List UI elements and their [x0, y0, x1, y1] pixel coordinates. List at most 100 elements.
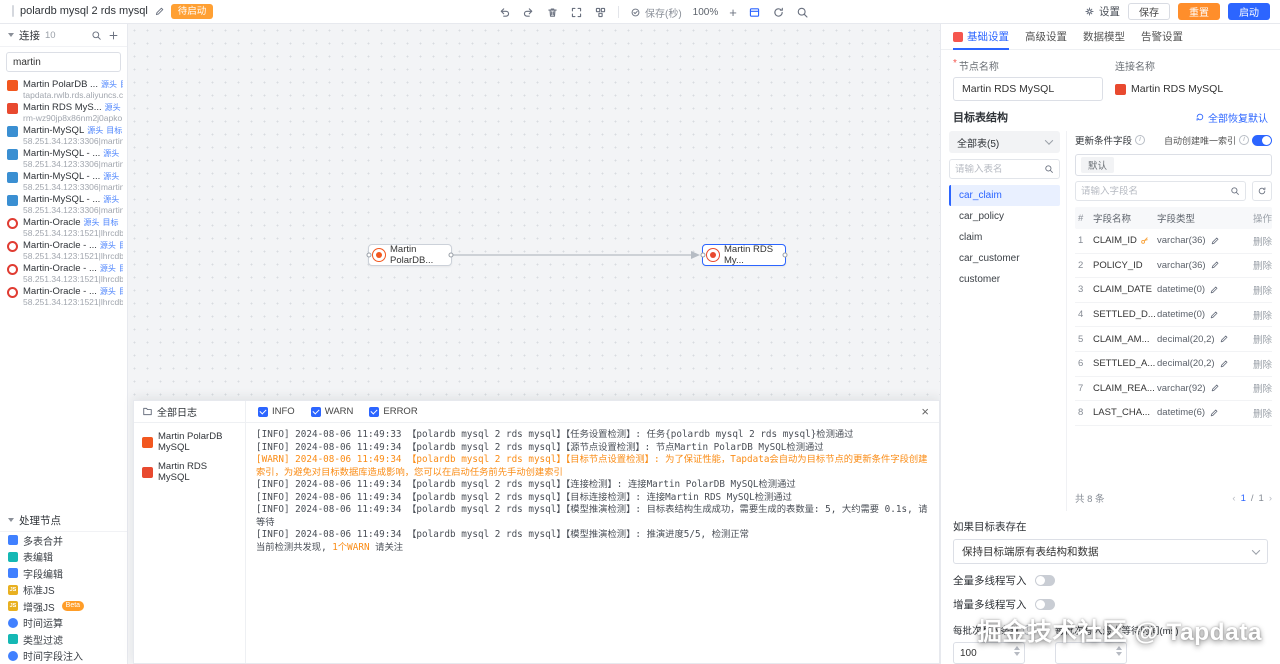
edit-type-icon[interactable]	[1209, 310, 1219, 320]
add-connection-icon[interactable]	[108, 30, 119, 41]
delete-field-button[interactable]: 删除	[1246, 234, 1272, 248]
prev-page-button[interactable]: ‹	[1232, 493, 1235, 504]
settings-tab[interactable]: 告警设置	[1141, 24, 1183, 49]
node-name-input[interactable]	[956, 83, 1100, 95]
connection-item[interactable]: Martin-Oracle - ... 源头 目标 58.251.34.123:…	[0, 261, 127, 284]
undo-icon[interactable]	[498, 6, 511, 19]
restore-defaults-button[interactable]: 全部恢复默认	[1195, 110, 1268, 125]
next-page-button[interactable]: ›	[1269, 493, 1272, 504]
connections-search-icon[interactable]	[91, 30, 102, 41]
update-condition-select[interactable]: 默认	[1075, 154, 1272, 176]
log-level-checkbox[interactable]: INFO	[258, 406, 295, 417]
delete-field-button[interactable]: 删除	[1246, 258, 1272, 272]
connection-item[interactable]: Martin-MySQL - ... 源头 目标 58.251.34.123:3…	[0, 146, 127, 169]
edit-type-icon[interactable]	[1210, 260, 1220, 270]
close-icon[interactable]: ×	[921, 405, 929, 418]
connection-search-input[interactable]	[13, 57, 114, 68]
batch-wait-input[interactable]	[1059, 648, 1123, 659]
delete-field-button[interactable]: 删除	[1246, 308, 1272, 322]
table-list-item[interactable]: customer	[949, 269, 1060, 290]
processor-item[interactable]: 字段编辑	[0, 565, 127, 582]
table-list-item[interactable]: claim	[949, 227, 1060, 248]
connections-section-header[interactable]: 连接 10	[0, 24, 127, 47]
log-output[interactable]: [INFO] 2024-08-06 11:49:33 【polardb mysq…	[246, 423, 939, 663]
output-port[interactable]	[449, 253, 454, 258]
edit-type-icon[interactable]	[1219, 359, 1229, 369]
connection-item[interactable]: Martin-MySQL 源头 目标 58.251.34.123:3306|ma…	[0, 123, 127, 146]
info-icon[interactable]: i	[1239, 135, 1249, 145]
table-list-item[interactable]: car_customer	[949, 248, 1060, 269]
output-port[interactable]	[783, 253, 788, 258]
processor-item[interactable]: 表编辑	[0, 549, 127, 566]
auto-index-toggle[interactable]	[1252, 135, 1272, 146]
field-search-input[interactable]	[1081, 186, 1227, 197]
edit-type-icon[interactable]	[1209, 408, 1219, 418]
settings-tab[interactable]: 基础设置	[953, 24, 1009, 49]
settings-tab[interactable]: 数据模型	[1083, 24, 1125, 49]
delete-field-button[interactable]: 删除	[1246, 357, 1272, 371]
refresh-icon[interactable]	[772, 6, 785, 19]
info-icon[interactable]: i	[1135, 135, 1145, 145]
connection-item[interactable]: Martin-Oracle 源头 目标 58.251.34.123:1521|l…	[0, 215, 127, 238]
processor-item[interactable]: 时间运算	[0, 615, 127, 632]
connection-search-box[interactable]	[6, 52, 121, 72]
auto-layout-icon[interactable]	[594, 6, 607, 19]
zoom-in-button[interactable]: +	[729, 6, 737, 19]
processor-item[interactable]: JS 标准JS	[0, 582, 127, 599]
checkbox-checked-icon[interactable]	[311, 407, 321, 417]
number-stepper[interactable]	[1014, 646, 1020, 656]
delete-icon[interactable]	[546, 6, 559, 19]
edit-type-icon[interactable]	[1219, 334, 1229, 344]
info-icon[interactable]: i	[1023, 625, 1033, 635]
field-search-box[interactable]	[1075, 181, 1246, 201]
node-source-polardb[interactable]: Martin PolarDB...	[368, 244, 452, 266]
log-node-item[interactable]: Martin RDS MySQL	[134, 457, 245, 487]
log-level-checkbox[interactable]: WARN	[311, 406, 354, 417]
log-node-item[interactable]: Martin PolarDB MySQL	[134, 427, 245, 457]
edit-type-icon[interactable]	[1210, 383, 1220, 393]
start-button[interactable]: 启动	[1228, 3, 1270, 20]
log-panel-toggle-icon[interactable]	[748, 6, 761, 19]
delete-field-button[interactable]: 删除	[1246, 332, 1272, 346]
processor-item[interactable]: 类型过滤	[0, 631, 127, 648]
processor-item[interactable]: 多表合并	[0, 532, 127, 549]
connection-item[interactable]: Martin-Oracle - ... 源头 目标 58.251.34.123:…	[0, 284, 127, 307]
connection-item[interactable]: Martin-Oracle - ... 源头 目标 58.251.34.123:…	[0, 238, 127, 261]
table-list-item[interactable]: car_claim	[949, 185, 1060, 206]
delete-field-button[interactable]: 删除	[1246, 283, 1272, 297]
number-stepper[interactable]	[1116, 646, 1122, 656]
checkbox-checked-icon[interactable]	[369, 407, 379, 417]
settings-tab[interactable]: 高级设置	[1025, 24, 1067, 49]
collapse-caret-icon[interactable]	[8, 33, 14, 37]
reset-button[interactable]: 重置	[1178, 3, 1220, 20]
log-level-checkbox[interactable]: ERROR	[369, 406, 417, 417]
target-exists-select[interactable]: 保持目标端原有表结构和数据	[953, 539, 1268, 564]
connection-item[interactable]: Martin PolarDB ... 源头 目标 tapdata.rwlb.rd…	[0, 77, 127, 100]
processors-section-header[interactable]: 处理节点	[0, 509, 127, 532]
batch-size-input[interactable]	[957, 648, 1021, 659]
connection-item[interactable]: Martin RDS MyS... 源头 目标 rm-wz90jp8x86nm2…	[0, 100, 127, 123]
edit-type-icon[interactable]	[1209, 285, 1219, 295]
save-button[interactable]: 保存	[1128, 3, 1170, 20]
processor-item[interactable]: JS 增强JS Beta	[0, 598, 127, 615]
delete-field-button[interactable]: 删除	[1246, 381, 1272, 395]
edit-title-icon[interactable]	[154, 6, 165, 17]
table-search-input[interactable]	[955, 164, 1041, 175]
collapse-caret-icon[interactable]	[8, 518, 14, 522]
delete-field-button[interactable]: 删除	[1246, 406, 1272, 420]
node-target-rds-mysql[interactable]: Martin RDS My...	[702, 244, 786, 266]
input-port[interactable]	[367, 253, 372, 258]
redo-icon[interactable]	[522, 6, 535, 19]
table-list-item[interactable]: car_policy	[949, 206, 1060, 227]
tables-dropdown[interactable]: 全部表(5)	[949, 131, 1060, 153]
full-multithread-toggle[interactable]	[1035, 575, 1055, 586]
checkbox-checked-icon[interactable]	[258, 407, 268, 417]
incr-multithread-toggle[interactable]	[1035, 599, 1055, 610]
connection-item[interactable]: Martin-MySQL - ... 源头 目标 58.251.34.123:3…	[0, 192, 127, 215]
search-icon[interactable]	[796, 6, 809, 19]
processor-item[interactable]: 时间字段注入	[0, 648, 127, 664]
connection-item[interactable]: Martin-MySQL - ... 源头 目标 58.251.34.123:3…	[0, 169, 127, 192]
refresh-fields-button[interactable]	[1252, 181, 1272, 201]
fit-view-icon[interactable]	[570, 6, 583, 19]
table-search-box[interactable]	[949, 159, 1060, 179]
